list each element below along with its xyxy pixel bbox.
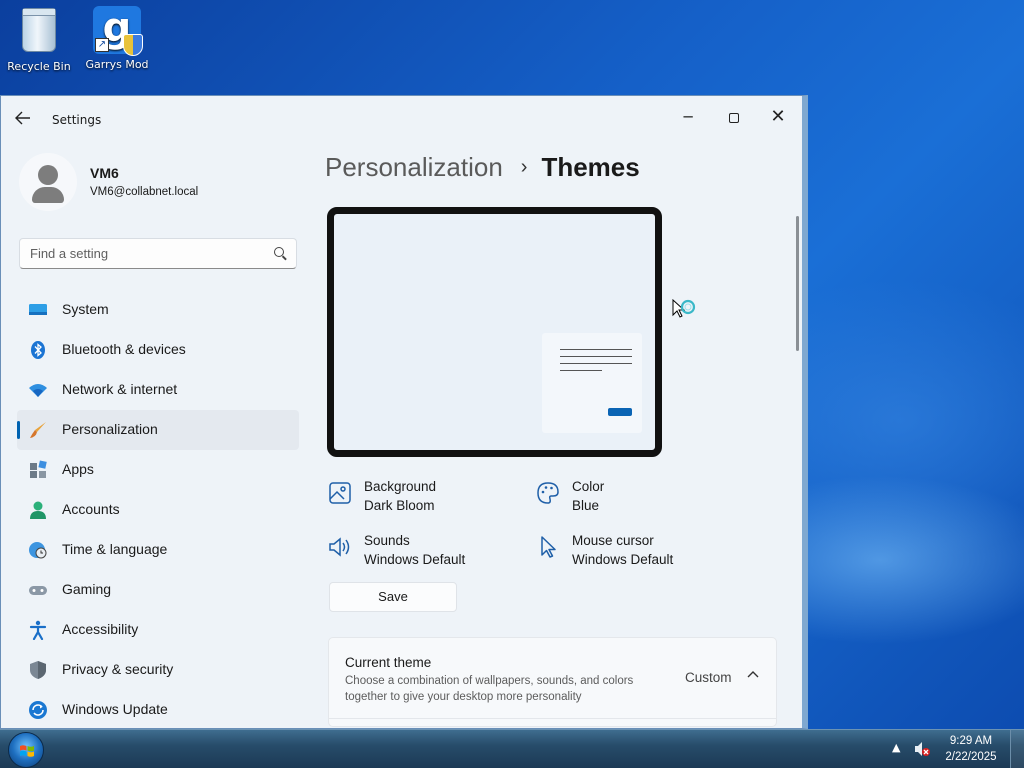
breadcrumb-separator-icon: ›: [520, 156, 528, 178]
window-title: Settings: [52, 113, 102, 127]
sidebar-nav: System Bluetooth & devices Network & int…: [17, 290, 299, 728]
breadcrumb-parent[interactable]: Personalization: [325, 152, 503, 182]
sounds-label: Sounds: [364, 533, 410, 548]
person-icon: [30, 501, 46, 519]
color-value: Blue: [572, 498, 600, 513]
divider: [329, 718, 776, 719]
desktop-icon-garrys-mod[interactable]: g ↗ Garrys Mod: [78, 6, 156, 71]
clock-time: 9:29 AM: [949, 735, 993, 747]
sidebar-item-label: Network & internet: [62, 381, 178, 397]
start-button[interactable]: [8, 732, 44, 768]
recycle-bin-icon: [15, 8, 63, 56]
sidebar-item-windows-update[interactable]: Windows Update: [17, 690, 299, 728]
sidebar-item-accessibility[interactable]: Accessibility: [17, 610, 299, 650]
current-theme-section[interactable]: Current theme Choose a combination of wa…: [328, 637, 777, 727]
apps-icon: [30, 460, 47, 478]
sidebar-item-label: Time & language: [62, 541, 168, 557]
maximize-button[interactable]: [711, 102, 757, 132]
sidebar-item-privacy-security[interactable]: Privacy & security: [17, 650, 299, 690]
taskbar: ▲ 9:29 AM 2/22/2025: [0, 729, 1024, 768]
back-button[interactable]: [15, 110, 37, 128]
minimize-button[interactable]: ─: [665, 102, 711, 132]
sidebar-item-label: Apps: [62, 461, 94, 477]
user-email: VM6@collabnet.local: [90, 186, 199, 198]
paintbrush-icon: [30, 422, 46, 438]
update-icon: [29, 701, 47, 719]
desktop-icon-recycle-bin[interactable]: Recycle Bin: [0, 6, 78, 73]
desktop-icon-label: Recycle Bin: [7, 60, 71, 73]
search-placeholder: Find a setting: [30, 246, 109, 261]
save-button[interactable]: Save: [329, 582, 457, 612]
monitor-icon: [29, 304, 47, 315]
search-icon[interactable]: [274, 247, 284, 257]
desktop-icon-label: Garrys Mod: [85, 58, 149, 71]
chevron-up-icon[interactable]: [747, 668, 759, 682]
accessibility-icon: [29, 620, 47, 640]
shield-icon: [30, 661, 46, 679]
show-hidden-icons-button[interactable]: ▲: [892, 741, 900, 754]
settings-window: Settings ─ ✕ VM6 VM6@collabnet.local Fin…: [0, 95, 808, 729]
title-bar[interactable]: Settings ─ ✕: [1, 96, 802, 142]
gamepad-icon: [29, 586, 47, 595]
speaker-icon: [329, 537, 350, 557]
background-value: Dark Bloom: [364, 498, 435, 513]
sidebar-item-label: System: [62, 301, 109, 317]
maximize-icon: [729, 112, 739, 123]
sidebar-item-system[interactable]: System: [17, 290, 299, 330]
current-theme-value: Custom: [685, 670, 732, 685]
busy-cursor-icon: [672, 299, 696, 318]
garrys-mod-icon: g ↗: [93, 6, 143, 56]
wifi-icon: [29, 384, 47, 397]
sidebar-item-label: Gaming: [62, 581, 112, 597]
user-name: VM6: [90, 165, 119, 181]
sidebar-item-bluetooth[interactable]: Bluetooth & devices: [17, 330, 299, 370]
breadcrumb: Personalization › Themes: [325, 152, 640, 183]
picture-icon: [329, 482, 351, 504]
back-arrow-icon: [15, 111, 30, 125]
uac-shield-icon: [123, 34, 143, 56]
close-button[interactable]: ✕: [755, 102, 801, 132]
sidebar-item-apps[interactable]: Apps: [17, 450, 299, 490]
clock-date: 2/22/2025: [945, 751, 997, 763]
avatar: [19, 153, 77, 211]
show-desktop-button[interactable]: [1010, 730, 1024, 768]
windows-logo-icon: [20, 745, 34, 757]
sidebar-item-label: Windows Update: [62, 701, 168, 717]
globe-clock-icon: [29, 542, 47, 559]
sidebar-item-accounts[interactable]: Accounts: [17, 490, 299, 530]
sidebar-item-label: Bluetooth & devices: [62, 341, 186, 357]
mouse-cursor-value: Windows Default: [572, 552, 674, 567]
color-label: Color: [572, 479, 605, 494]
scrollbar-thumb[interactable]: [796, 216, 799, 351]
cursor-icon: [541, 536, 556, 558]
preview-window-card: [542, 333, 642, 433]
current-theme-description: Choose a combination of wallpapers, soun…: [345, 675, 634, 703]
search-input[interactable]: Find a setting: [19, 238, 297, 269]
sidebar-item-label: Personalization: [62, 421, 158, 437]
sidebar-item-label: Accounts: [62, 501, 120, 517]
sidebar-item-gaming[interactable]: Gaming: [17, 570, 299, 610]
page-title: Themes: [541, 152, 640, 182]
system-clock[interactable]: 9:29 AM 2/22/2025: [936, 733, 1006, 765]
volume-muted-icon[interactable]: [913, 740, 931, 758]
theme-preview: [327, 207, 662, 457]
sidebar-item-time-language[interactable]: Time & language: [17, 530, 299, 570]
palette-icon: [537, 482, 559, 504]
sidebar-item-label: Privacy & security: [62, 661, 174, 677]
background-label: Background: [364, 479, 437, 494]
shortcut-arrow-icon: ↗: [95, 38, 109, 52]
mouse-cursor-label: Mouse cursor: [572, 533, 654, 548]
sidebar-item-personalization[interactable]: Personalization: [17, 410, 299, 450]
sounds-value: Windows Default: [364, 552, 466, 567]
sidebar-item-network[interactable]: Network & internet: [17, 370, 299, 410]
bluetooth-icon: [31, 341, 45, 359]
sidebar-item-label: Accessibility: [62, 621, 139, 637]
current-theme-title: Current theme: [345, 655, 432, 670]
